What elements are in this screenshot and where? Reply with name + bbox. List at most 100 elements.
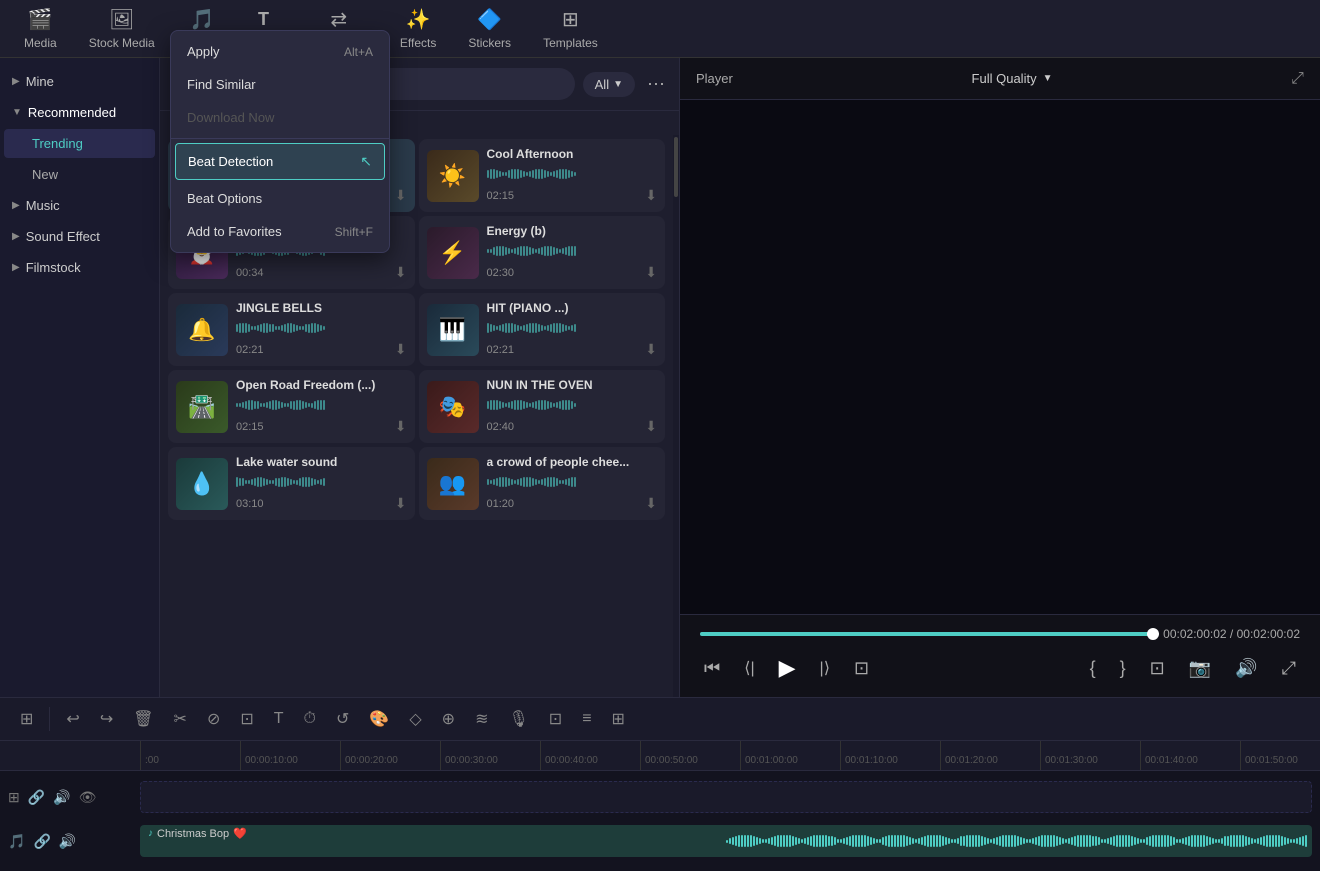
fit-screen-button[interactable]: ⊡ (1146, 654, 1169, 683)
scenes-button[interactable]: ⊞ (12, 703, 41, 735)
toolbar-stickers[interactable]: 🔷 Stickers (452, 1, 527, 56)
frame-forward-button[interactable]: |⟩ (816, 654, 834, 682)
video-track-lock-btn[interactable]: 🔗 (28, 789, 45, 806)
video-track-hide-btn[interactable]: 👁 (79, 789, 97, 806)
toolbar-effects[interactable]: ✨ Effects (384, 1, 452, 56)
cut-button[interactable]: ✂ (166, 703, 195, 735)
timeline-wave-bar (1242, 835, 1244, 846)
more-options-button[interactable]: ⋯ (643, 70, 669, 99)
magnet-button[interactable]: ⊘ (199, 703, 228, 735)
mask-button[interactable]: ◇ (401, 703, 429, 735)
scroll-track[interactable] (673, 135, 679, 697)
audio-mix-button[interactable]: ≋ (467, 703, 496, 735)
timeline-wave-bar (756, 837, 758, 846)
mark-in-button[interactable]: { (1086, 654, 1100, 683)
download-icon[interactable]: ⬇ (645, 264, 657, 281)
timeline-wave-bar (1164, 835, 1166, 847)
track-card-energy-b[interactable]: ⚡ Energy (b) 02:30 ⬇ (419, 216, 666, 289)
audio-track-icon-btn[interactable]: 🎵 (8, 833, 25, 850)
filter-button[interactable]: All ▼ (583, 72, 635, 97)
track-card-hit-piano[interactable]: 🎹 HIT (PIANO ...) 02:21 ⬇ (419, 293, 666, 366)
audio-track-mute-btn[interactable]: 🔊 (59, 833, 76, 850)
progress-track[interactable] (700, 632, 1153, 636)
zoom-timeline-button[interactable]: ≡ (574, 704, 599, 734)
sidebar-item-new[interactable]: New (4, 160, 155, 189)
download-icon[interactable]: ⬇ (645, 418, 657, 435)
track-bottom: 02:15 ⬇ (487, 187, 658, 204)
player-expand-button[interactable]: ⤢ (1291, 70, 1304, 88)
wave-bar (514, 400, 516, 409)
sidebar-item-trending[interactable]: Trending (4, 129, 155, 158)
context-menu-item-find-similar[interactable]: Find Similar (171, 68, 389, 101)
mic-button[interactable]: 🎙 (500, 703, 536, 735)
play-button[interactable]: ▶ (775, 651, 800, 685)
timeline-wave-bar (786, 835, 788, 848)
redo-button[interactable]: ↪ (92, 703, 121, 735)
timeline-wave-bar (861, 835, 863, 848)
timeline-wave-bar (918, 838, 920, 844)
download-icon[interactable]: ⬇ (395, 341, 407, 358)
fullscreen-button[interactable]: ⤢ (1278, 654, 1300, 683)
timeline-wave-bar (1146, 837, 1148, 844)
sidebar-section-recommended[interactable]: ▼ Recommended (0, 97, 159, 128)
audio-track-lock-btn[interactable]: 🔗 (33, 833, 50, 850)
frame-back-button[interactable]: ⟨| (740, 654, 758, 682)
context-menu-item-apply[interactable]: Apply Alt+A (171, 58, 389, 68)
sidebar-section-sound-effect[interactable]: ▶ Sound Effect (0, 221, 159, 252)
track-card-jingle-bells[interactable]: 🔔 JINGLE BELLS 02:21 ⬇ (168, 293, 415, 366)
stabilize-button[interactable]: ⊡ (541, 703, 570, 735)
download-icon[interactable]: ⬇ (645, 341, 657, 358)
current-time: 00:02:00:02 / 00:02:00:02 (1163, 627, 1300, 641)
toolbar-templates[interactable]: ⊞ Templates (527, 1, 614, 56)
track-card-crowd[interactable]: 👥 a crowd of people chee... 01:20 ⬇ (419, 447, 666, 520)
download-icon[interactable]: ⬇ (395, 187, 407, 204)
rewind-button[interactable]: ⏮ (700, 654, 724, 683)
split-button[interactable]: ⊕ (434, 703, 463, 735)
speed-button[interactable]: ⏱ (296, 704, 324, 734)
timeline-wave-bar (741, 835, 743, 847)
track-card-open-road[interactable]: 🛣️ Open Road Freedom (...) 02:15 ⬇ (168, 370, 415, 443)
toolbar-stock-media[interactable]: 🖼 Stock Media (73, 1, 171, 56)
sidebar-section-mine[interactable]: ▶ Mine (0, 66, 159, 97)
sidebar-filmstock-label: Filmstock (26, 260, 81, 275)
volume-button[interactable]: 🔊 (1231, 654, 1261, 683)
quality-selector[interactable]: Full Quality ▼ (972, 71, 1053, 86)
context-menu-item-beat-detection[interactable]: Beat Detection ↖ (175, 143, 385, 180)
wave-bar (511, 169, 513, 178)
color-button[interactable]: 🎨 (361, 703, 397, 735)
wave-bar (239, 478, 241, 487)
sidebar-section-music[interactable]: ▶ Music (0, 190, 159, 221)
delete-button[interactable]: 🗑 (125, 703, 161, 735)
download-icon[interactable]: ⬇ (395, 495, 407, 512)
track-name: Lake water sound (236, 455, 407, 469)
video-track-scenes-btn[interactable]: ⊞ (8, 789, 20, 806)
progress-thumb (1147, 628, 1159, 640)
text-button[interactable]: T (266, 704, 292, 734)
download-icon[interactable]: ⬇ (395, 418, 407, 435)
ruler-mark-11: 00:01:50:00 (1240, 741, 1320, 770)
track-card-nun-in-oven[interactable]: 🎭 NUN IN THE OVEN 02:40 ⬇ (419, 370, 666, 443)
mark-out-button[interactable]: } (1116, 654, 1130, 683)
snapshot-button[interactable]: 📷 (1185, 654, 1215, 683)
timeline-tracks: ⊞ 🔗 🔊 👁 🎵 🔗 🔊 ♪ Christmas Bop ❤️ (0, 771, 1320, 871)
toolbar-media[interactable]: 🎬 Media (8, 1, 73, 56)
crop-button[interactable]: ⊡ (232, 703, 261, 735)
wave-bar (571, 325, 573, 331)
download-icon[interactable]: ⬇ (645, 495, 657, 512)
track-card-cool-afternoon[interactable]: ☀️ Cool Afternoon 02:15 ⬇ (419, 139, 666, 212)
download-icon[interactable]: ⬇ (645, 187, 657, 204)
wave-bar (269, 324, 271, 333)
loop-button[interactable]: ⊡ (850, 654, 873, 683)
wave-bar (260, 403, 262, 408)
rotate-button[interactable]: ↺ (328, 703, 357, 735)
sidebar-section-filmstock[interactable]: ▶ Filmstock (0, 252, 159, 283)
track-card-lake-water[interactable]: 💧 Lake water sound 03:10 ⬇ (168, 447, 415, 520)
download-icon[interactable]: ⬇ (395, 264, 407, 281)
context-menu-item-add-to-favorites[interactable]: Add to Favorites Shift+F (171, 215, 389, 248)
context-menu-item-beat-options[interactable]: Beat Options (171, 182, 389, 215)
undo-button[interactable]: ↩ (58, 703, 87, 735)
multitrack-button[interactable]: ⊞ (604, 703, 633, 735)
stickers-icon: 🔷 (477, 7, 502, 32)
progress-bar[interactable]: 00:02:00:02 / 00:02:00:02 (700, 627, 1300, 641)
video-track-mute-btn[interactable]: 🔊 (53, 789, 70, 806)
